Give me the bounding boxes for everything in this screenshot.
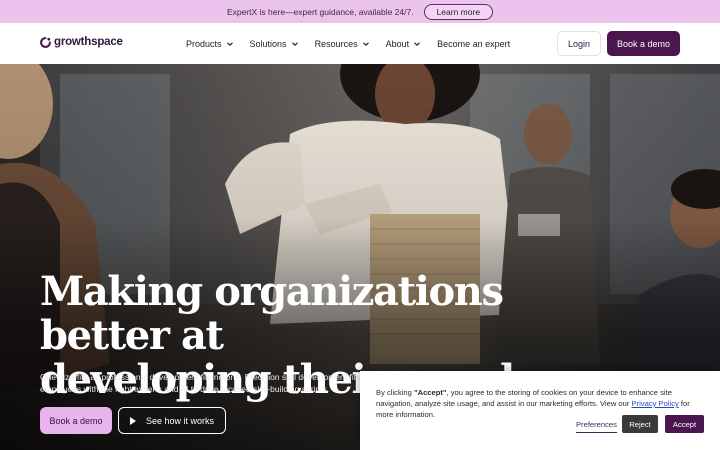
growthspace-logo-icon xyxy=(40,36,51,48)
hero-heading-line: Making organizations better at xyxy=(40,268,504,359)
nav-products[interactable]: Products xyxy=(186,39,234,49)
main-nav: Products Solutions Resources About Becom… xyxy=(186,23,526,64)
header-book-demo-button[interactable]: Book a demo xyxy=(607,31,680,56)
login-button[interactable]: Login xyxy=(557,31,601,56)
see-how-it-works-label: See how it works xyxy=(145,415,215,426)
hero-subtitle-line: One-size-fits-all professional developme… xyxy=(40,372,370,382)
privacy-policy-link[interactable]: Privacy Policy xyxy=(632,399,679,408)
chevron-down-icon xyxy=(226,41,233,46)
nav-resources[interactable]: Resources xyxy=(315,39,370,49)
nav-label: Solutions xyxy=(249,38,287,49)
hero-subtitle: One-size-fits-all professional developme… xyxy=(40,371,370,395)
nav-label: Become an expert xyxy=(437,38,511,49)
nav-label: Resources xyxy=(314,38,358,49)
cookie-preferences-button[interactable]: Preferences xyxy=(576,416,617,433)
nav-become-expert[interactable]: Become an expert xyxy=(437,39,510,49)
nav-label: Products xyxy=(186,38,222,49)
brand-logo[interactable]: growthspace xyxy=(40,36,123,48)
cookie-accept-emphasis: "Accept" xyxy=(413,388,447,397)
announcement-text: ExpertX is here—expert guidance, availab… xyxy=(226,6,414,17)
announcement-bar: ExpertX is here—expert guidance, availab… xyxy=(0,0,720,23)
chevron-down-icon xyxy=(291,41,298,46)
nav-about[interactable]: About xyxy=(386,39,422,49)
chevron-down-icon xyxy=(414,41,421,46)
cookie-banner: By clicking "Accept", you agree to the s… xyxy=(360,371,720,450)
nav-solutions[interactable]: Solutions xyxy=(250,39,299,49)
learn-more-button[interactable]: Learn more xyxy=(423,3,494,20)
brand-name: growthspace xyxy=(54,36,123,48)
see-how-it-works-button[interactable]: See how it works xyxy=(118,407,226,434)
nav-label: About xyxy=(385,38,410,49)
cookie-reject-button[interactable]: Reject xyxy=(622,415,658,433)
cookie-accept-button[interactable]: Accept xyxy=(665,415,704,433)
hero-book-demo-button[interactable]: Book a demo xyxy=(40,407,112,434)
site-header: growthspace Products Solutions Resources… xyxy=(0,23,720,64)
cookie-text-part: By clicking xyxy=(376,388,414,397)
play-icon xyxy=(129,416,136,425)
chevron-down-icon xyxy=(362,41,369,46)
hero-subtitle-line: employees with the right experts and AI … xyxy=(40,384,330,394)
